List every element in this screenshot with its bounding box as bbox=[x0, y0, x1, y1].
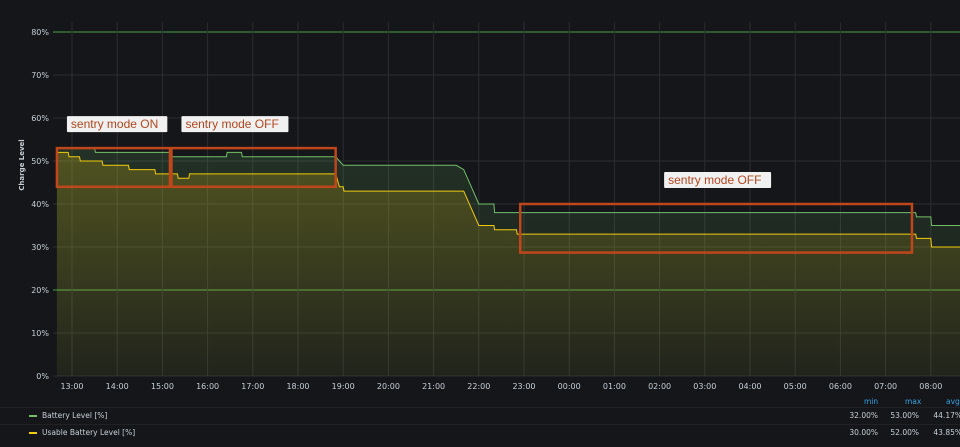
x-tick-label: 03:00 bbox=[693, 382, 716, 391]
x-tick-label: 16:00 bbox=[196, 382, 219, 391]
y-axis-label: Charge Level bbox=[18, 139, 26, 190]
annotation-label: sentry mode OFF bbox=[185, 117, 278, 131]
y-tick-label: 30% bbox=[31, 243, 49, 252]
x-tick-label: 21:00 bbox=[422, 382, 445, 391]
x-tick-label: 23:00 bbox=[512, 382, 535, 391]
x-tick-label: 08:00 bbox=[919, 382, 942, 391]
x-tick-label: 06:00 bbox=[829, 382, 852, 391]
x-tick-label: 05:00 bbox=[784, 382, 807, 391]
x-tick-label: 18:00 bbox=[286, 382, 309, 391]
legend-header-min[interactable]: min bbox=[864, 397, 878, 406]
legend-max-value: 53.00% bbox=[890, 411, 919, 420]
legend-avg-value: 44.17% bbox=[933, 411, 960, 420]
x-tick-label: 13:00 bbox=[60, 382, 83, 391]
x-tick-label: 20:00 bbox=[377, 382, 400, 391]
y-tick-label: 0% bbox=[36, 372, 49, 381]
legend-max-value: 52.00% bbox=[890, 428, 919, 437]
x-tick-label: 02:00 bbox=[648, 382, 671, 391]
y-tick-label: 50% bbox=[31, 157, 49, 166]
x-tick-label: 04:00 bbox=[738, 382, 761, 391]
legend-swatch-battery bbox=[29, 415, 37, 417]
y-tick-label: 80% bbox=[31, 28, 49, 37]
x-tick-label: 00:00 bbox=[558, 382, 581, 391]
legend-series-name[interactable]: Usable Battery Level [%] bbox=[42, 428, 135, 437]
legend-series-name[interactable]: Battery Level [%] bbox=[42, 411, 107, 420]
legend-header-avg[interactable]: avg bbox=[946, 397, 960, 406]
legend-row-usable-battery-level[interactable]: Usable Battery Level [%] 30.00% 52.00% 4… bbox=[0, 424, 960, 440]
charge-level-chart: Charge Level sentry mode ON sentry mode O… bbox=[18, 22, 960, 391]
x-tick-label: 19:00 bbox=[332, 382, 355, 391]
x-tick-label: 14:00 bbox=[106, 382, 129, 391]
legend-header-max[interactable]: max bbox=[905, 397, 921, 406]
x-tick-label: 01:00 bbox=[603, 382, 626, 391]
y-tick-label: 60% bbox=[31, 114, 49, 123]
annotation-label: sentry mode OFF bbox=[668, 173, 761, 187]
y-tick-label: 20% bbox=[31, 286, 49, 295]
x-tick-label: 22:00 bbox=[467, 382, 490, 391]
legend-min-value: 32.00% bbox=[849, 411, 878, 420]
legend-min-value: 30.00% bbox=[849, 428, 878, 437]
y-tick-label: 70% bbox=[31, 71, 49, 80]
legend-table: min max avg Battery Level [%] 32.00% 53.… bbox=[0, 394, 960, 447]
y-tick-label: 10% bbox=[31, 329, 49, 338]
x-tick-label: 15:00 bbox=[151, 382, 174, 391]
legend-row-battery-level[interactable]: Battery Level [%] 32.00% 53.00% 44.17% bbox=[0, 407, 960, 423]
y-tick-label: 40% bbox=[31, 200, 49, 209]
legend-avg-value: 43.85% bbox=[933, 428, 960, 437]
legend-swatch-usable bbox=[29, 432, 37, 434]
annotation-label: sentry mode ON bbox=[71, 117, 158, 131]
x-tick-label: 07:00 bbox=[874, 382, 897, 391]
x-tick-label: 17:00 bbox=[241, 382, 264, 391]
